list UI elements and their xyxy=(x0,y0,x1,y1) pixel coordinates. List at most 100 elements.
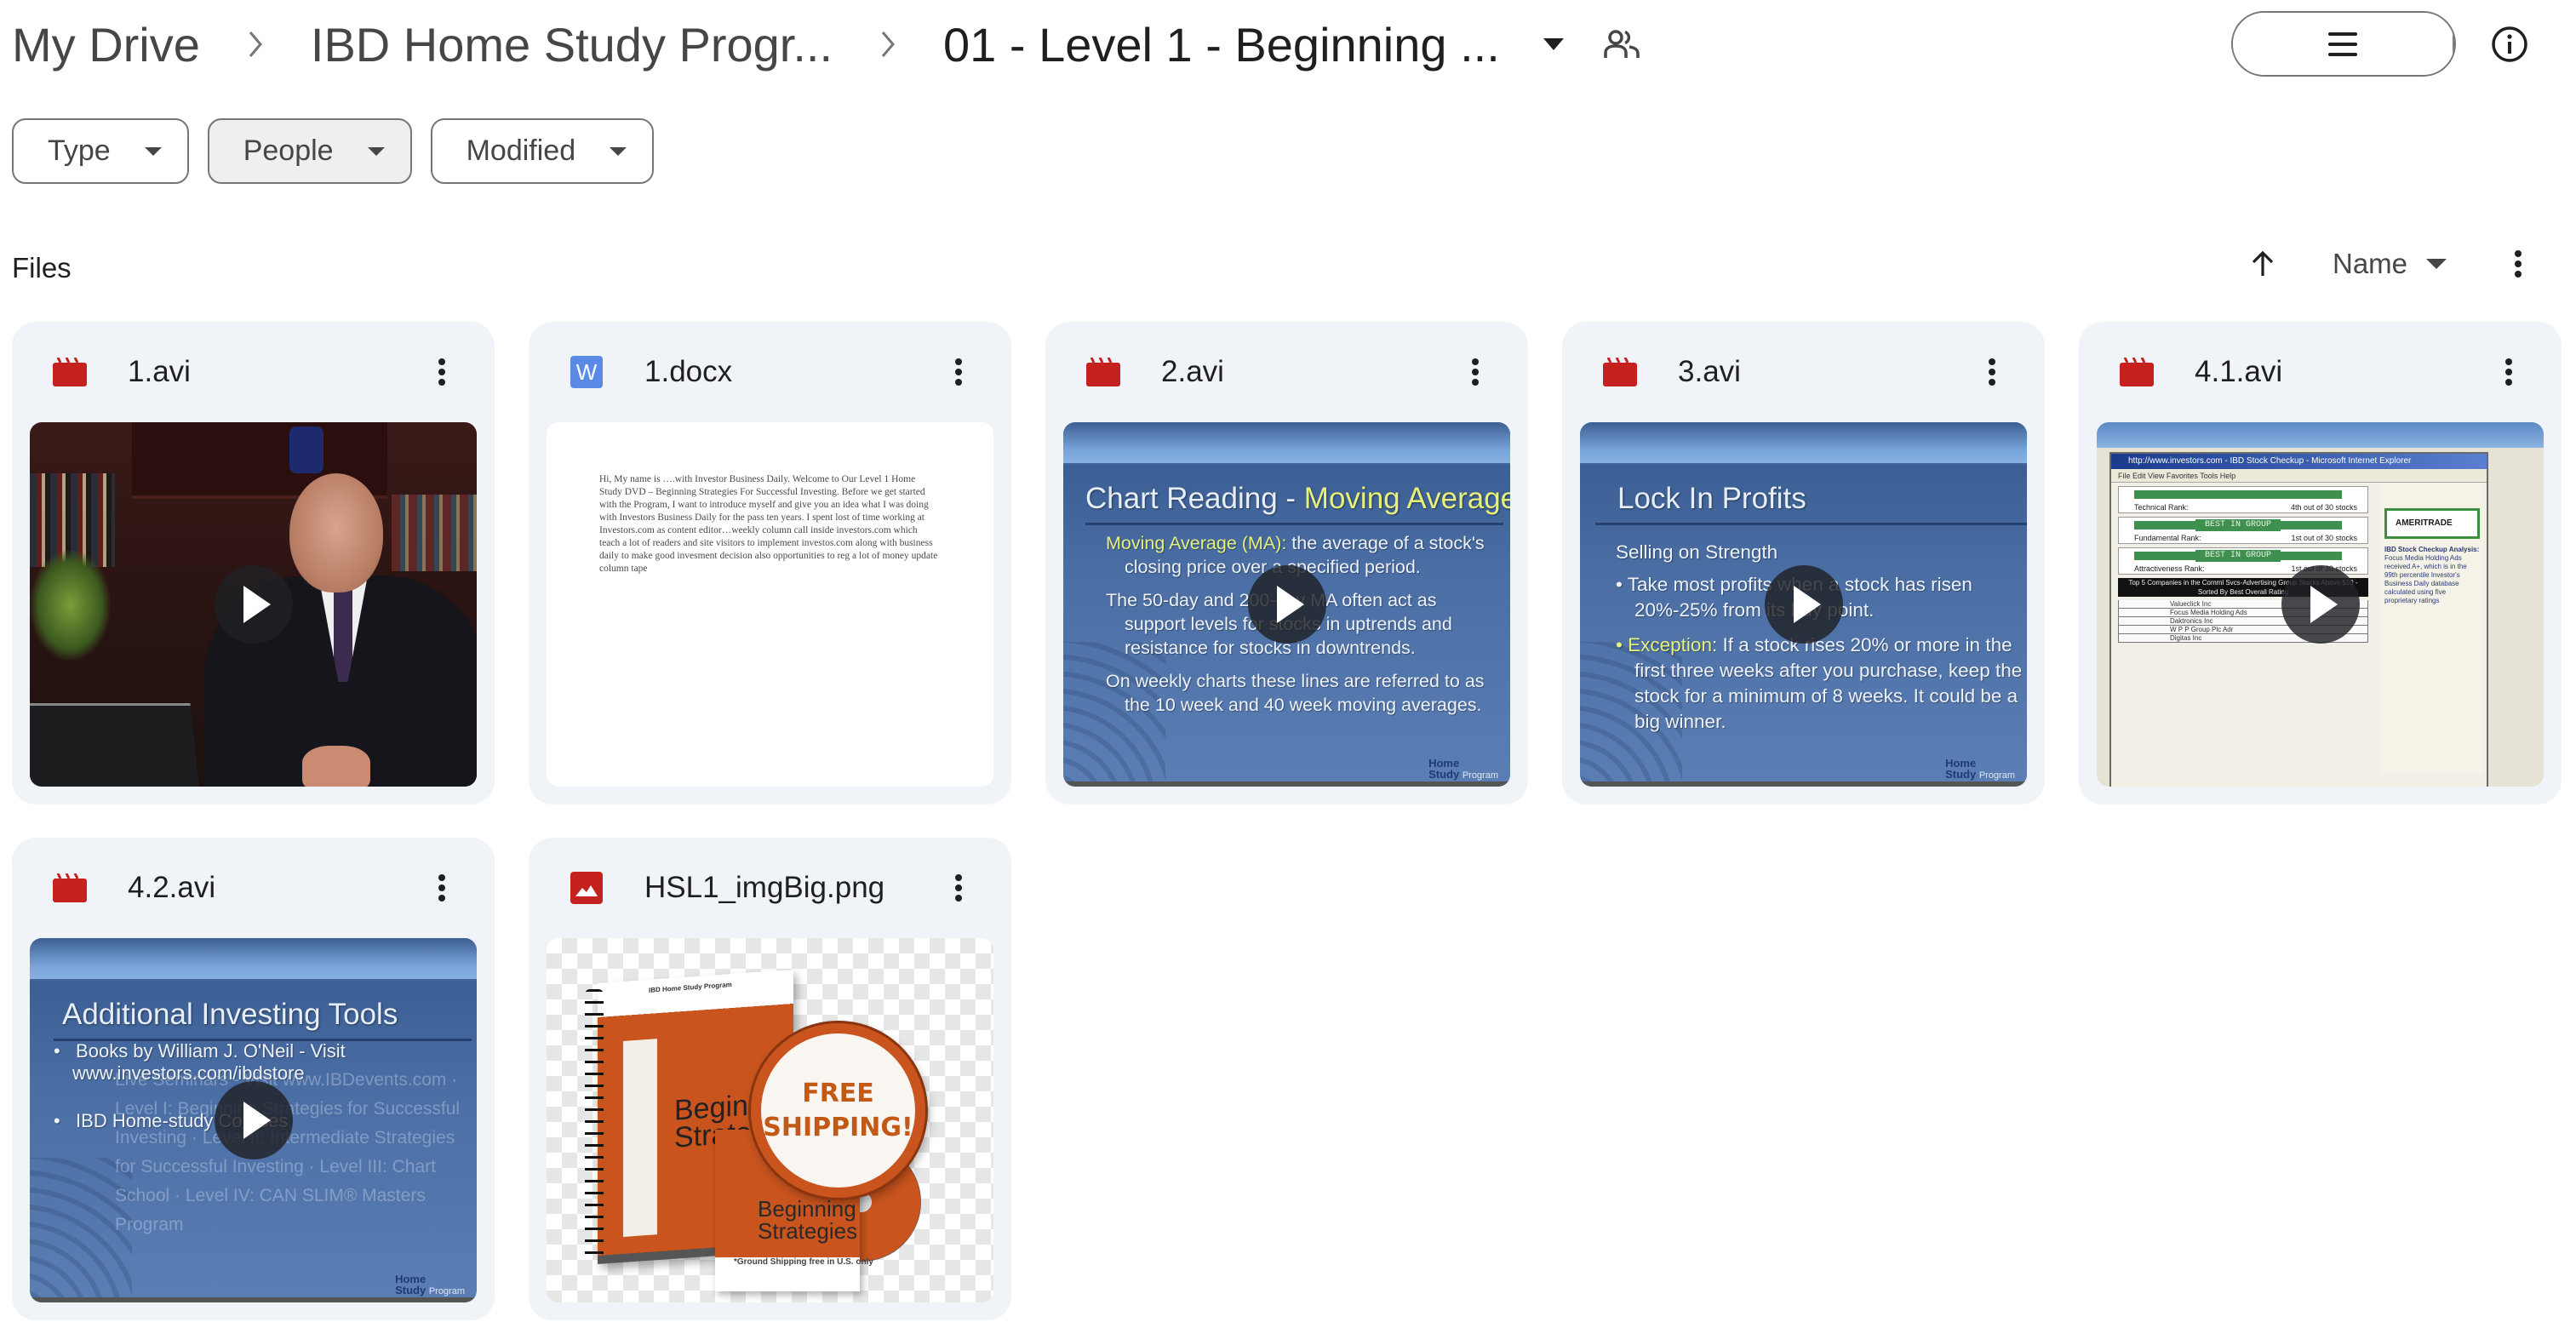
slide-bottom-bar xyxy=(1580,781,2027,787)
file-name: 2.avi xyxy=(1161,355,1224,388)
more-vert-icon[interactable] xyxy=(418,348,466,396)
file-name: HSL1_imgBig.png xyxy=(644,871,885,904)
file-card-1-avi[interactable]: 1.avi xyxy=(12,322,495,804)
thumbnail-detail xyxy=(289,426,323,473)
file-card-2-avi[interactable]: 2.avi Chart Reading - Moving Average Mov… xyxy=(1045,322,1528,804)
browser-menu: File Edit View Favorites Tools Help xyxy=(2111,469,2487,483)
video-icon xyxy=(53,871,87,905)
caret-down-icon xyxy=(2426,259,2447,269)
caret-down-icon xyxy=(144,146,162,156)
slide-top-bar xyxy=(1063,422,1510,463)
caret-down-icon xyxy=(367,146,385,156)
document-preview-text: Hi, My name is ….with Investor Business … xyxy=(599,474,938,574)
people-icon[interactable] xyxy=(1602,25,1641,64)
video-thumbnail[interactable]: Lock In Profits Selling on Strength • Ta… xyxy=(1580,422,2027,787)
more-vert-icon[interactable] xyxy=(2494,240,2542,288)
play-icon[interactable] xyxy=(214,565,293,644)
more-vert-icon[interactable] xyxy=(1968,348,2016,396)
thumbnail-detail xyxy=(30,703,200,787)
rank-row: Technical Rank: 4th out of 30 stocks xyxy=(2118,486,2368,513)
video-thumbnail[interactable]: Live Seminars - Visit www.IBDevents.com … xyxy=(30,938,477,1302)
chevron-right-icon xyxy=(872,27,906,61)
file-name: 1.docx xyxy=(644,355,733,388)
filter-people-chip[interactable]: People xyxy=(207,118,412,184)
filter-type-label: Type xyxy=(48,135,111,167)
video-thumbnail[interactable]: http://www.investors.com - IBD Stock Che… xyxy=(2097,422,2544,787)
video-icon xyxy=(2120,355,2154,389)
filter-modified-chip[interactable]: Modified xyxy=(430,118,655,184)
fine-print: *Ground Shipping free in U.S. only xyxy=(734,1257,873,1267)
file-card-3-avi[interactable]: 3.avi Lock In Profits Selling on Strengt… xyxy=(1562,322,2045,804)
sort-direction-button[interactable] xyxy=(2239,240,2287,288)
view-toggle xyxy=(2231,11,2456,77)
thumbnail-detail xyxy=(30,550,111,661)
play-icon[interactable] xyxy=(1764,565,1843,644)
filter-people-label: People xyxy=(243,135,334,167)
slide-paragraph: On weekly charts these lines are referre… xyxy=(1106,671,1485,715)
slide-top-bar xyxy=(1580,422,2027,463)
image-thumbnail[interactable]: IBD Home Study Program Beginning Strateg… xyxy=(547,938,993,1302)
play-icon[interactable] xyxy=(1247,565,1326,644)
thumbnail-detail xyxy=(392,495,477,571)
file-card-1-docx[interactable]: W 1.docx Hi, My name is ….with Investor … xyxy=(529,322,1011,804)
slide-title: Lock In Profits xyxy=(1617,482,1806,515)
arrow-up-icon xyxy=(2252,250,2274,276)
breadcrumb: My Drive IBD Home Study Progr... 01 - Le… xyxy=(12,12,1641,77)
info-icon[interactable] xyxy=(2484,19,2535,70)
chevron-right-icon xyxy=(239,27,273,61)
play-icon[interactable] xyxy=(214,1081,293,1159)
browser-title: http://www.investors.com - IBD Stock Che… xyxy=(2111,454,2487,469)
breadcrumb-my-drive[interactable]: My Drive xyxy=(12,17,200,72)
file-name: 4.1.avi xyxy=(2195,355,2283,388)
slide-rule xyxy=(1085,523,1503,525)
file-grid: 1.avi W 1.docx Hi, My name is ….with Inv… xyxy=(12,322,2562,1320)
svg-text:W: W xyxy=(576,359,598,385)
filter-type-chip[interactable]: Type xyxy=(12,118,189,184)
file-name: 4.2.avi xyxy=(128,871,216,904)
file-name: 3.avi xyxy=(1678,355,1741,388)
browser-sidebar: AMERITRADE IBD Stock Checkup Analysis: F… xyxy=(2381,484,2483,774)
more-vert-icon[interactable] xyxy=(935,864,982,912)
free-shipping-badge: FREE SHIPPING! xyxy=(751,1023,925,1198)
rank-row: BEST IN GROUP Fundamental Rank: 1st out of… xyxy=(2118,517,2368,544)
video-thumbnail[interactable] xyxy=(30,422,477,787)
more-vert-icon[interactable] xyxy=(418,864,466,912)
slide-rule xyxy=(1595,523,2027,525)
file-name: 1.avi xyxy=(128,355,191,388)
filter-modified-label: Modified xyxy=(466,135,576,167)
file-card-hsl1-imgbig-png[interactable]: HSL1_imgBig.png IBD Home Study Program B… xyxy=(529,838,1011,1320)
video-icon xyxy=(1603,355,1637,389)
caret-down-icon xyxy=(610,146,627,156)
image-icon xyxy=(570,871,604,905)
slide-bullet: • Exception: If a stock rises 20% or mor… xyxy=(1616,634,2023,732)
list-layout-button[interactable] xyxy=(2233,13,2454,75)
home-study-logo: Home Study Program xyxy=(1945,757,2015,781)
file-card-4-1-avi[interactable]: 4.1.avi http://www.investors.com - IBD S… xyxy=(2079,322,2562,804)
slide-title-text: Chart Reading - xyxy=(1085,482,1304,515)
sort-field-label: Name xyxy=(2333,248,2408,279)
video-thumbnail[interactable]: Chart Reading - Moving Average Moving Av… xyxy=(1063,422,1510,787)
file-card-4-2-avi[interactable]: 4.2.avi Live Seminars - Visit www.IBDeve… xyxy=(12,838,495,1320)
more-vert-icon[interactable] xyxy=(2485,348,2533,396)
slide-title: Additional Investing Tools xyxy=(62,998,398,1031)
more-vert-icon[interactable] xyxy=(1451,348,1499,396)
document-thumbnail[interactable]: Hi, My name is ….with Investor Business … xyxy=(547,422,993,787)
slide-term: Moving Average (MA): xyxy=(1106,533,1287,553)
thumbnail-detail xyxy=(289,473,383,592)
slide-title-highlight: Moving Average xyxy=(1303,482,1510,515)
spiral-binding xyxy=(585,989,604,1262)
more-vert-icon[interactable] xyxy=(935,348,982,396)
home-study-logo: Home Study Program xyxy=(395,1273,465,1297)
slide-bullet: • Books by William J. O'Neil - Visit www… xyxy=(54,1040,346,1084)
caret-down-icon[interactable] xyxy=(1541,31,1566,57)
word-icon: W xyxy=(570,355,604,389)
sort-field-button[interactable]: Name xyxy=(2333,240,2447,288)
play-icon[interactable] xyxy=(2281,565,2360,644)
slide-top-bar xyxy=(30,938,477,979)
slide-bottom-bar xyxy=(30,1297,477,1302)
video-icon xyxy=(53,355,87,389)
breadcrumb-current-folder[interactable]: 01 - Level 1 - Beginning ... xyxy=(943,17,1500,72)
breadcrumb-parent-folder[interactable]: IBD Home Study Progr... xyxy=(311,17,833,72)
thumbnail-detail xyxy=(302,746,370,787)
slide-subtitle: Selling on Strength xyxy=(1616,541,1778,563)
